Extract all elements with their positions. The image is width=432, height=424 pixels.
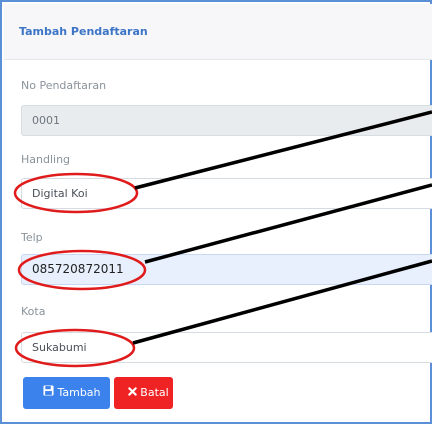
card-title: Tambah Pendaftaran	[19, 25, 148, 38]
no-pendaftaran-field[interactable]: 0001	[21, 105, 432, 136]
batal-button-label: Batal	[140, 386, 169, 399]
save-icon	[43, 377, 55, 409]
no-pendaftaran-label: No Pendaftaran	[21, 79, 107, 92]
close-icon	[128, 377, 138, 409]
telp-label: Telp	[21, 231, 43, 244]
kota-field[interactable]: Sukabumi	[21, 332, 432, 363]
handling-label: Handling	[21, 153, 71, 166]
kota-label: Kota	[21, 305, 46, 318]
handling-field[interactable]: Digital Koi	[21, 178, 432, 209]
tambah-button[interactable]: Tambah	[23, 377, 110, 409]
tambah-button-label: Tambah	[57, 386, 101, 399]
batal-button[interactable]: Batal	[114, 377, 173, 409]
telp-field[interactable]: 085720872011	[21, 254, 432, 285]
